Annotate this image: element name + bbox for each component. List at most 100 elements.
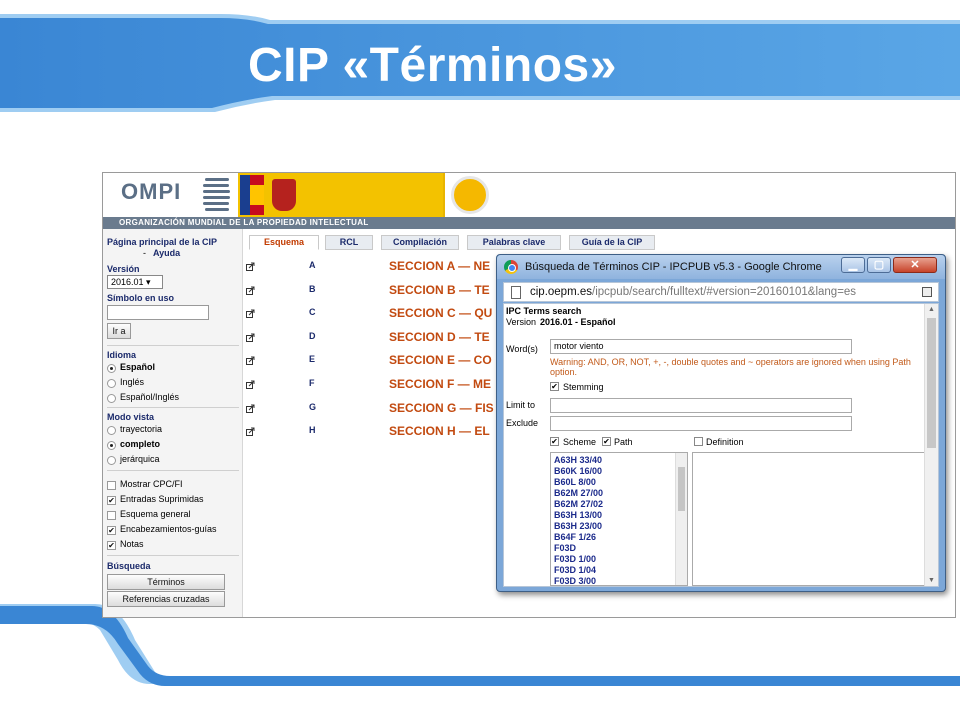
result-item[interactable]: B60K 16/00 bbox=[554, 466, 602, 476]
form-heading: IPC Terms search bbox=[506, 306, 582, 316]
view-mode-label: Modo vista bbox=[107, 412, 155, 422]
definition-checkbox[interactable] bbox=[694, 437, 703, 446]
terms-button[interactable]: Términos bbox=[107, 574, 225, 590]
section-letter[interactable]: B bbox=[309, 284, 316, 294]
view-radio-full[interactable] bbox=[107, 441, 116, 450]
limit-label: Limit to bbox=[506, 400, 536, 410]
search-label: Búsqueda bbox=[107, 561, 151, 571]
option-check-cpc[interactable] bbox=[107, 481, 116, 490]
go-button[interactable]: Ir a bbox=[107, 323, 131, 339]
external-link-icon[interactable] bbox=[246, 356, 255, 365]
option-check-headings[interactable]: ✔ bbox=[107, 526, 116, 535]
section-letter[interactable]: D bbox=[309, 331, 316, 341]
scroll-down-icon[interactable]: ▼ bbox=[928, 577, 935, 584]
window-titlebar[interactable]: Búsqueda de Términos CIP - IPCPUB v5.3 -… bbox=[497, 255, 945, 279]
translate-icon[interactable] bbox=[922, 287, 932, 297]
view-radio-hier[interactable] bbox=[107, 456, 116, 465]
help-link[interactable]: Ayuda bbox=[153, 248, 180, 258]
language-radio-es[interactable] bbox=[107, 364, 116, 373]
result-item[interactable]: B62M 27/02 bbox=[554, 499, 603, 509]
view-option-full: completo bbox=[120, 439, 161, 449]
home-link[interactable]: Página principal de la CIP bbox=[107, 237, 227, 248]
result-item[interactable]: B62M 27/00 bbox=[554, 488, 603, 498]
version-select[interactable]: 2016.01 ▾ bbox=[107, 275, 163, 289]
tab-rcl[interactable]: RCL bbox=[325, 235, 373, 250]
version-value: 2016.01 - Español bbox=[540, 317, 616, 327]
exclude-label: Exclude bbox=[506, 418, 539, 428]
section-title[interactable]: SECCION E — CO bbox=[389, 353, 492, 367]
option-label-general: Esquema general bbox=[120, 509, 191, 519]
result-item[interactable]: B63H 23/00 bbox=[554, 521, 602, 531]
ompi-org-bar: ORGANIZACIÓN MUNDIAL DE LA PROPIEDAD INT… bbox=[103, 217, 955, 229]
section-letter[interactable]: C bbox=[309, 307, 316, 317]
result-item[interactable]: B63H 13/00 bbox=[554, 510, 602, 520]
external-link-icon[interactable] bbox=[246, 427, 255, 436]
section-title[interactable]: SECCION C — QU bbox=[389, 306, 492, 320]
tab-compilacion[interactable]: Compilación bbox=[381, 235, 459, 250]
slide-title: CIP «Términos» bbox=[248, 39, 617, 92]
scheme-scroll-thumb[interactable] bbox=[678, 467, 685, 511]
scheme-scrollbar[interactable] bbox=[675, 453, 687, 585]
external-link-icon[interactable] bbox=[246, 333, 255, 342]
language-radio-esen[interactable] bbox=[107, 394, 116, 403]
view-radio-path[interactable] bbox=[107, 426, 116, 435]
result-item[interactable]: F03D 3/00 bbox=[554, 576, 596, 586]
section-letter[interactable]: F bbox=[309, 378, 315, 388]
option-check-deleted[interactable]: ✔ bbox=[107, 496, 116, 505]
section-title[interactable]: SECCION A — NE bbox=[389, 259, 490, 273]
section-letter[interactable]: G bbox=[309, 402, 316, 412]
section-letter[interactable]: H bbox=[309, 425, 316, 435]
external-link-icon[interactable] bbox=[246, 262, 255, 271]
minimize-button[interactable]: ▁ bbox=[841, 257, 865, 273]
external-link-icon[interactable] bbox=[246, 380, 255, 389]
external-link-icon[interactable] bbox=[246, 309, 255, 318]
definition-panel bbox=[692, 452, 930, 586]
section-title[interactable]: SECCION B — TE bbox=[389, 283, 490, 297]
scheme-checkbox[interactable]: ✔ bbox=[550, 437, 559, 446]
words-input[interactable]: motor viento bbox=[550, 339, 852, 354]
external-link-icon[interactable] bbox=[246, 286, 255, 295]
option-check-notes[interactable]: ✔ bbox=[107, 541, 116, 550]
words-label: Word(s) bbox=[506, 344, 538, 354]
result-item[interactable]: F03D 1/04 bbox=[554, 565, 596, 575]
result-item[interactable]: F03D bbox=[554, 543, 576, 553]
tab-esquema[interactable]: Esquema bbox=[249, 235, 319, 250]
stemming-checkbox[interactable]: ✔ bbox=[550, 382, 559, 391]
tab-palabras-clave[interactable]: Palabras clave bbox=[467, 235, 561, 250]
language-radio-en[interactable] bbox=[107, 379, 116, 388]
external-link-icon[interactable] bbox=[246, 404, 255, 413]
scroll-up-icon[interactable]: ▲ bbox=[928, 306, 935, 313]
divider bbox=[107, 555, 239, 556]
section-title[interactable]: SECCION D — TE bbox=[389, 330, 490, 344]
limit-input[interactable] bbox=[550, 398, 852, 413]
language-option-es: Español bbox=[120, 362, 156, 372]
ompi-header: OMPI ORGANIZACIÓN MUNDIAL DE LA PROPIEDA… bbox=[103, 173, 955, 229]
ompi-logo-icon bbox=[203, 178, 230, 211]
window-scroll-thumb[interactable] bbox=[927, 318, 936, 448]
view-option-hier: jerárquica bbox=[120, 454, 160, 464]
option-check-general[interactable] bbox=[107, 511, 116, 520]
section-letter[interactable]: E bbox=[309, 354, 315, 364]
result-item[interactable]: A63H 33/40 bbox=[554, 455, 602, 465]
result-item[interactable]: F03D 1/00 bbox=[554, 554, 596, 564]
address-text[interactable]: cip.oepm.es/ipcpub/search/fulltext/#vers… bbox=[530, 286, 856, 298]
crossref-button[interactable]: Referencias cruzadas bbox=[107, 591, 225, 607]
result-item[interactable]: B60L 8/00 bbox=[554, 477, 596, 487]
result-item[interactable]: B64F 1/26 bbox=[554, 532, 596, 542]
scheme-results-list[interactable]: A63H 33/40 B60K 16/00 B60L 8/00 B62M 27/… bbox=[550, 452, 688, 586]
path-checkbox[interactable]: ✔ bbox=[602, 437, 611, 446]
section-title[interactable]: SECCION H — EL bbox=[389, 424, 490, 438]
close-button[interactable]: ✕ bbox=[893, 257, 937, 273]
gobierno-logo bbox=[238, 173, 448, 217]
oepm-sun-icon bbox=[451, 176, 489, 214]
exclude-input[interactable] bbox=[550, 416, 852, 431]
symbol-input[interactable] bbox=[107, 305, 209, 320]
window-scrollbar[interactable]: ▲ ▼ bbox=[924, 304, 938, 586]
address-bar[interactable]: cip.oepm.es/ipcpub/search/fulltext/#vers… bbox=[503, 282, 939, 302]
tab-guia[interactable]: Guía de la CIP bbox=[569, 235, 655, 250]
section-title[interactable]: SECCION F — ME bbox=[389, 377, 491, 391]
coat-of-arms-icon bbox=[272, 179, 296, 211]
maximize-button[interactable]: ▢ bbox=[867, 257, 891, 273]
section-letter[interactable]: A bbox=[309, 260, 316, 270]
section-title[interactable]: SECCION G — FIS bbox=[389, 401, 494, 415]
